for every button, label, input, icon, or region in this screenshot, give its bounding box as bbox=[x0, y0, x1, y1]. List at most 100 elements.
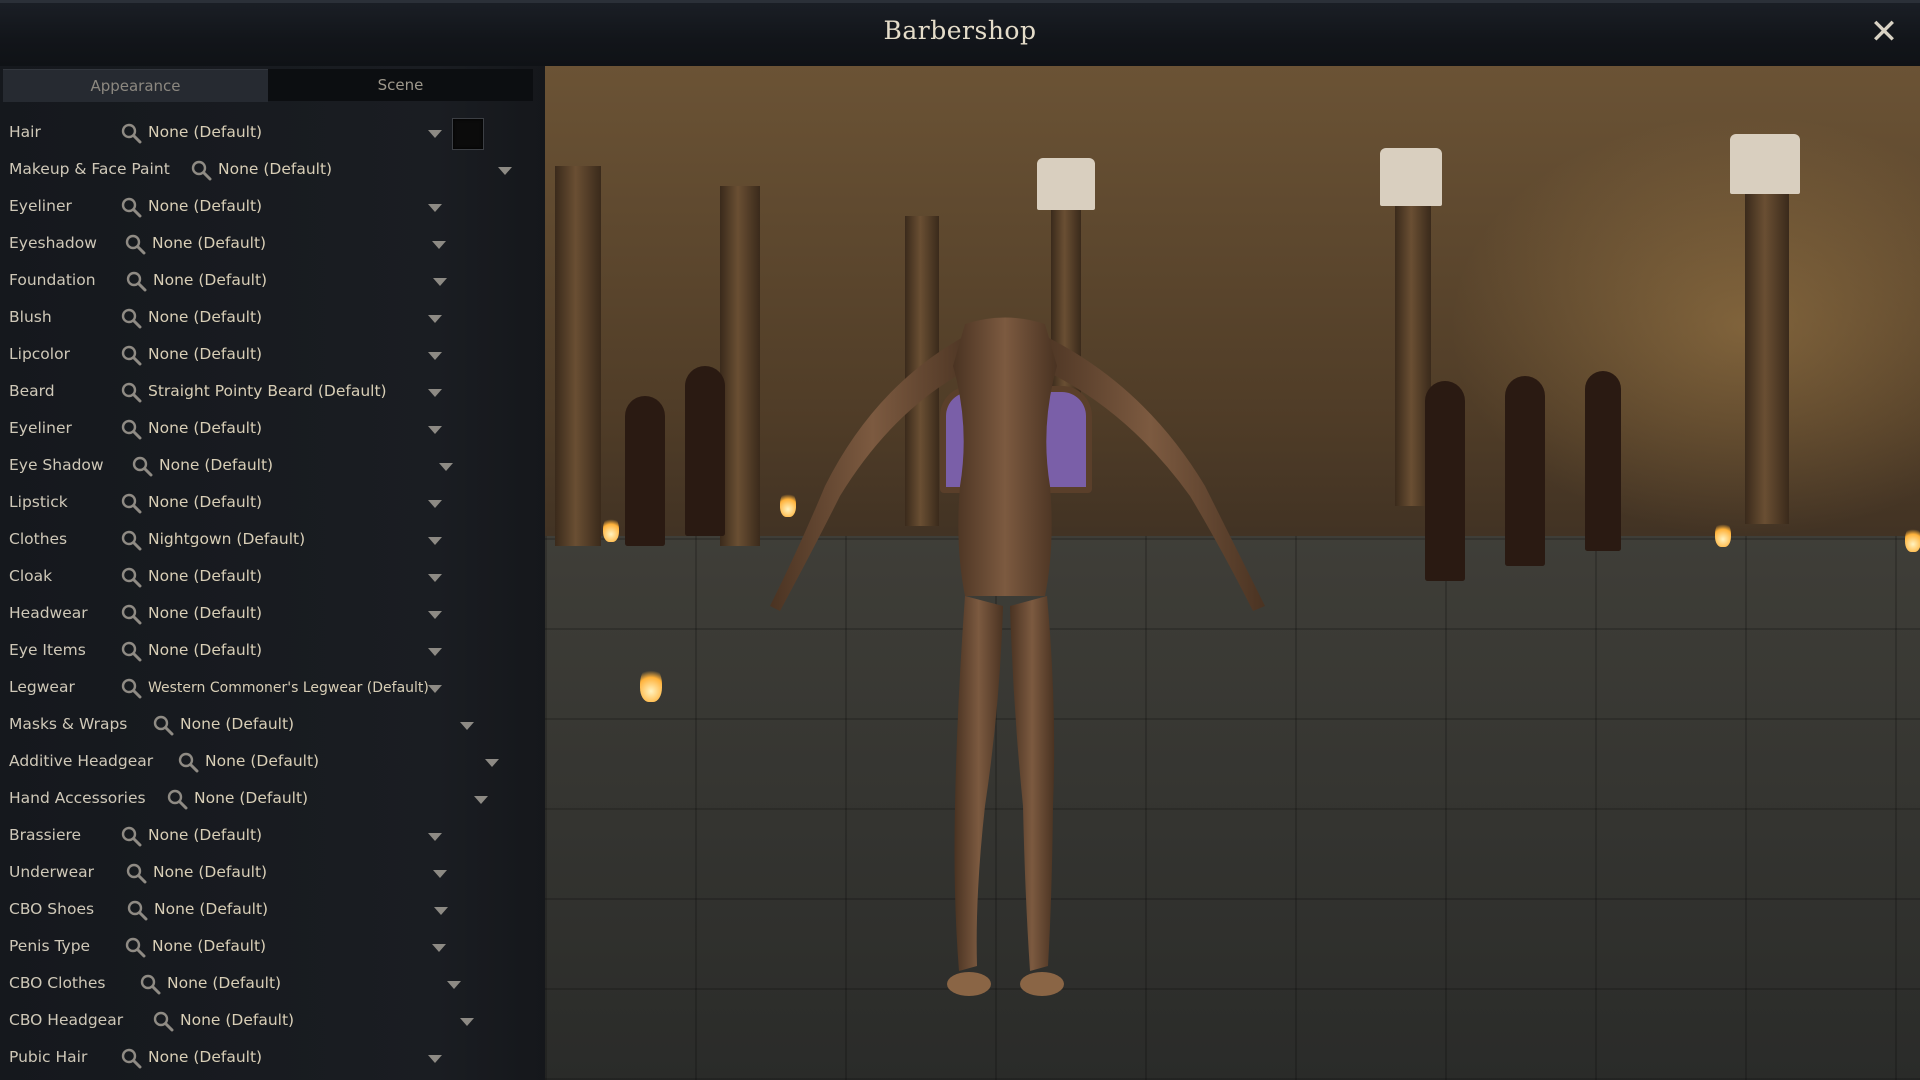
chevron-down-icon[interactable] bbox=[433, 278, 447, 286]
search-icon[interactable] bbox=[131, 455, 153, 477]
search-icon[interactable] bbox=[120, 344, 142, 366]
search-icon[interactable] bbox=[152, 1010, 174, 1032]
search-icon[interactable] bbox=[120, 122, 142, 144]
search-icon[interactable] bbox=[177, 751, 199, 773]
search-icon[interactable] bbox=[120, 196, 142, 218]
option-label: Underwear bbox=[9, 863, 95, 881]
chevron-down-icon[interactable] bbox=[428, 389, 442, 397]
chevron-down-icon[interactable] bbox=[428, 833, 442, 841]
chevron-down-icon[interactable] bbox=[428, 685, 442, 693]
search-icon[interactable] bbox=[124, 233, 146, 255]
option-value: None (Default) bbox=[148, 123, 263, 141]
option-value: None (Default) bbox=[148, 345, 263, 363]
option-value: None (Default) bbox=[152, 234, 267, 252]
appearance-row: Foundation None (Default) bbox=[0, 264, 545, 301]
search-icon[interactable] bbox=[124, 936, 146, 958]
chevron-down-icon[interactable] bbox=[439, 463, 453, 471]
option-value: None (Default) bbox=[159, 456, 274, 474]
appearance-row: CBO Shoes None (Default) bbox=[0, 893, 545, 930]
option-value: None (Default) bbox=[148, 197, 263, 215]
appearance-row: Eyeliner None (Default) bbox=[0, 190, 545, 227]
chevron-down-icon[interactable] bbox=[428, 500, 442, 508]
chevron-down-icon[interactable] bbox=[428, 574, 442, 582]
search-icon[interactable] bbox=[126, 899, 148, 921]
appearance-row: Penis Type None (Default) bbox=[0, 930, 545, 967]
chevron-down-icon[interactable] bbox=[428, 352, 442, 360]
search-icon[interactable] bbox=[120, 381, 142, 403]
appearance-panel: Appearance Scene Hair None (Default) Makeu… bbox=[0, 66, 547, 1080]
option-value: None (Default) bbox=[180, 1011, 295, 1029]
option-value: Western Commoner's Legwear (Default) bbox=[148, 680, 429, 696]
option-value: None (Default) bbox=[148, 493, 263, 511]
chevron-down-icon[interactable] bbox=[428, 537, 442, 545]
chevron-down-icon[interactable] bbox=[460, 722, 474, 730]
appearance-row: Hair None (Default) bbox=[0, 116, 545, 153]
search-icon[interactable] bbox=[120, 566, 142, 588]
option-label: Hair bbox=[9, 123, 41, 141]
chevron-down-icon[interactable] bbox=[498, 167, 512, 175]
chevron-down-icon[interactable] bbox=[432, 944, 446, 952]
chevron-down-icon[interactable] bbox=[460, 1018, 474, 1026]
chevron-down-icon[interactable] bbox=[428, 611, 442, 619]
search-icon[interactable] bbox=[120, 825, 142, 847]
appearance-row: Eyeshadow None (Default) bbox=[0, 227, 545, 264]
chevron-down-icon[interactable] bbox=[428, 426, 442, 434]
appearance-row: Brassiere None (Default) bbox=[0, 819, 545, 856]
window-title: Barbershop bbox=[883, 16, 1037, 45]
chevron-down-icon[interactable] bbox=[474, 796, 488, 804]
option-label: Eye Items bbox=[9, 641, 86, 659]
option-label: CBO Headgear bbox=[9, 1011, 124, 1029]
search-icon[interactable] bbox=[190, 159, 212, 181]
option-value: None (Default) bbox=[148, 604, 263, 622]
option-value: None (Default) bbox=[148, 641, 263, 659]
chevron-down-icon[interactable] bbox=[434, 907, 448, 915]
search-icon[interactable] bbox=[139, 973, 161, 995]
search-icon[interactable] bbox=[120, 529, 142, 551]
chevron-down-icon[interactable] bbox=[428, 130, 442, 138]
chevron-down-icon[interactable] bbox=[485, 759, 499, 767]
option-value: None (Default) bbox=[148, 419, 263, 437]
appearance-row: Legwear Western Commoner's Legwear (Defau… bbox=[0, 671, 545, 708]
search-icon[interactable] bbox=[120, 1047, 142, 1069]
option-label: Eyeshadow bbox=[9, 234, 97, 252]
option-value: None (Default) bbox=[180, 715, 295, 733]
search-icon[interactable] bbox=[120, 603, 142, 625]
option-label: Makeup & Face Paint bbox=[9, 160, 170, 178]
option-value: None (Default) bbox=[152, 937, 267, 955]
search-icon[interactable] bbox=[120, 677, 142, 699]
appearance-row: Eyeliner None (Default) bbox=[0, 412, 545, 449]
hair-color-swatch[interactable] bbox=[452, 118, 484, 150]
chevron-down-icon[interactable] bbox=[428, 315, 442, 323]
appearance-row: CBO Clothes None (Default) bbox=[0, 967, 545, 1004]
title-bar: Barbershop ✕ bbox=[0, 0, 1920, 67]
option-value: None (Default) bbox=[194, 789, 309, 807]
chevron-down-icon[interactable] bbox=[428, 1055, 442, 1063]
search-icon[interactable] bbox=[152, 714, 174, 736]
character-preview-scene[interactable] bbox=[545, 66, 1920, 1080]
option-label: Beard bbox=[9, 382, 55, 400]
tab-bar: Appearance Scene bbox=[3, 69, 533, 102]
search-icon[interactable] bbox=[166, 788, 188, 810]
chevron-down-icon[interactable] bbox=[428, 204, 442, 212]
chevron-down-icon[interactable] bbox=[433, 870, 447, 878]
chevron-down-icon[interactable] bbox=[428, 648, 442, 656]
option-label: Additive Headgear bbox=[9, 752, 154, 770]
search-icon[interactable] bbox=[120, 307, 142, 329]
close-icon[interactable]: ✕ bbox=[1864, 12, 1904, 52]
tab-appearance[interactable]: Appearance bbox=[3, 69, 268, 102]
appearance-row: Eye Shadow None (Default) bbox=[0, 449, 545, 486]
appearance-row: Beard Straight Pointy Beard (Default) bbox=[0, 375, 545, 412]
tab-scene[interactable]: Scene bbox=[268, 69, 533, 101]
search-icon[interactable] bbox=[125, 862, 147, 884]
appearance-row: Hand Accessories None (Default) bbox=[0, 782, 545, 819]
option-label: Penis Type bbox=[9, 937, 91, 955]
character-model[interactable] bbox=[545, 66, 1920, 1080]
search-icon[interactable] bbox=[120, 418, 142, 440]
option-label: Headwear bbox=[9, 604, 88, 622]
search-icon[interactable] bbox=[125, 270, 147, 292]
option-label: Lipstick bbox=[9, 493, 68, 511]
chevron-down-icon[interactable] bbox=[432, 241, 446, 249]
search-icon[interactable] bbox=[120, 492, 142, 514]
chevron-down-icon[interactable] bbox=[447, 981, 461, 989]
search-icon[interactable] bbox=[120, 640, 142, 662]
